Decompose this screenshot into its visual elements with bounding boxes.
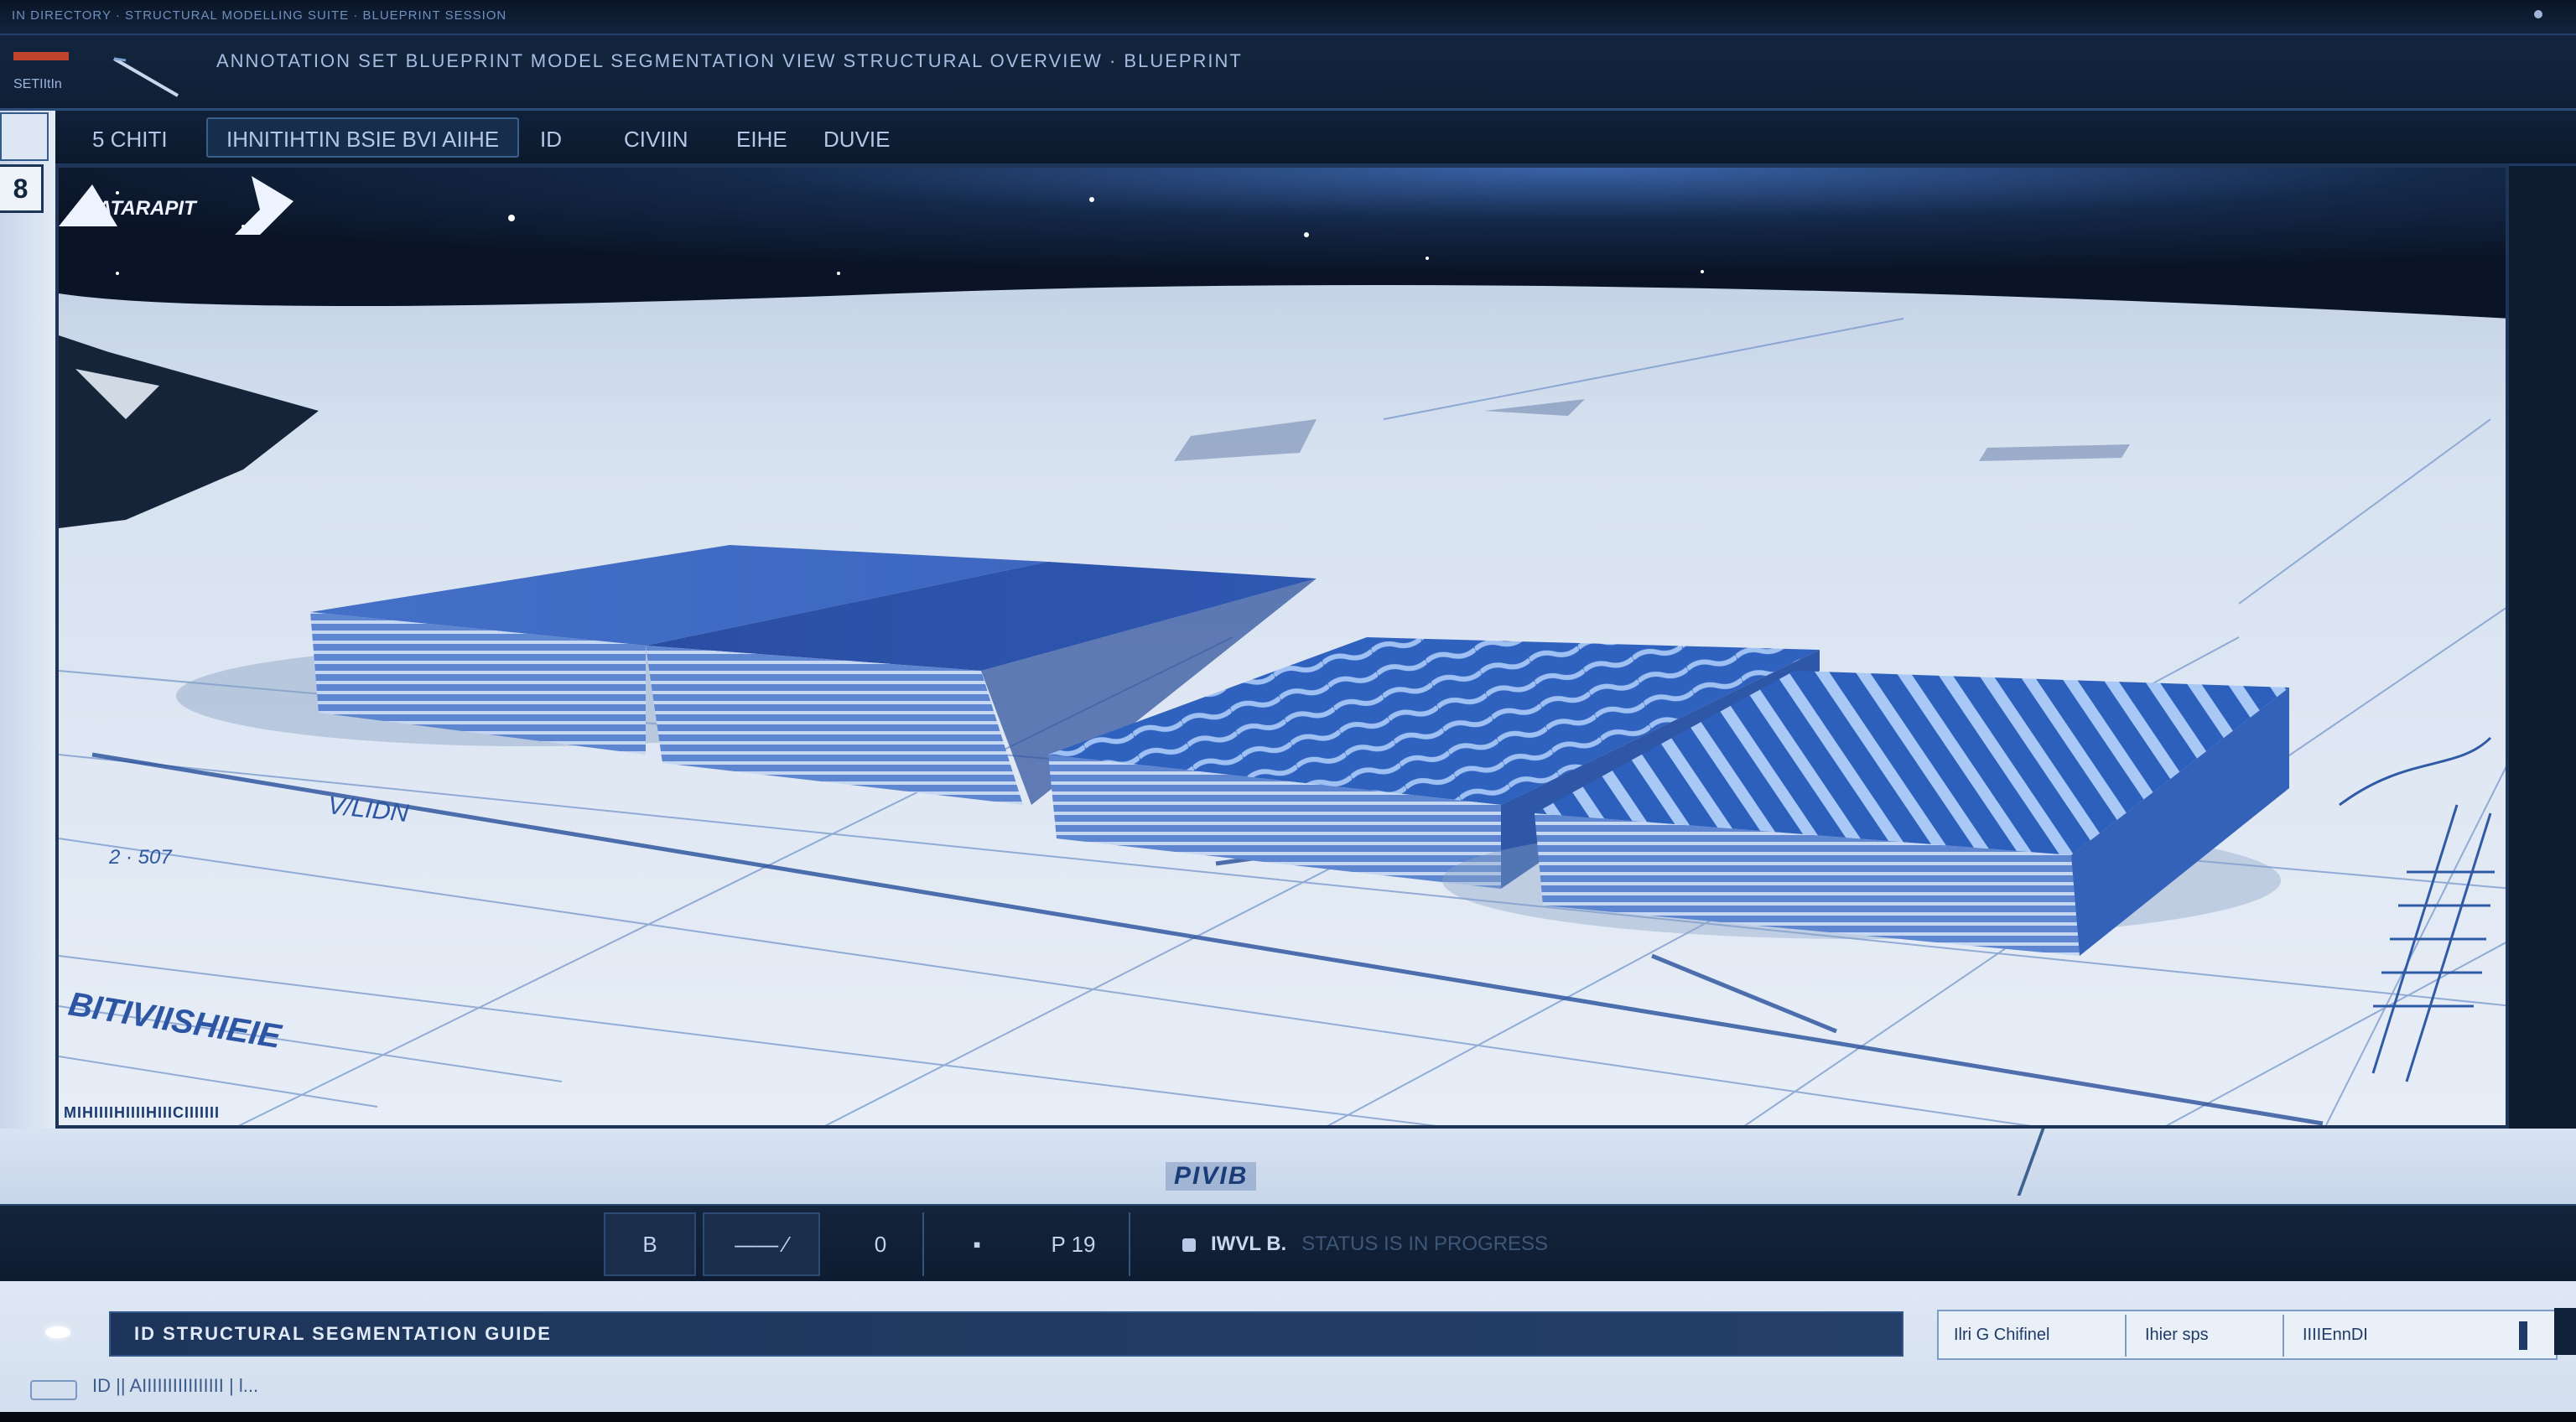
square-icon[interactable]: ▪: [931, 1212, 1023, 1276]
toolbar-status: IWVL B. STATUS IS IN PROGRESS: [1182, 1212, 1548, 1276]
divider: [2017, 1129, 2045, 1196]
pen-tool-icon[interactable]: [109, 50, 184, 101]
window-control-icon[interactable]: [2534, 10, 2542, 18]
brand-logo: ATARAPIT: [59, 176, 293, 235]
window-title: ANNOTATION SET BLUEPRINT MODEL SEGMENTAT…: [216, 50, 1243, 71]
power-led-icon: [45, 1326, 70, 1338]
page-icon[interactable]: P 19: [1023, 1212, 1124, 1276]
viewport-footer: PIVIB: [0, 1129, 2576, 1204]
divider: [2125, 1315, 2127, 1357]
viewport-scene: V/LIDN 2 · 507 BITIVIISHIEIE: [59, 168, 2506, 1125]
app-window: IN DIRECTORY · STRUCTURAL MODELLING SUIT…: [0, 0, 2576, 1422]
side-tab[interactable]: 8: [0, 164, 44, 213]
scroll-edge[interactable]: [2554, 1308, 2576, 1355]
app-name: SETIItIn: [13, 77, 62, 91]
footer-text: ID || AIIIIIIIIIIIIIIII | l...: [92, 1375, 259, 1396]
footer-checkbox[interactable]: [30, 1380, 77, 1400]
app-logo[interactable]: SETIItIn: [13, 45, 89, 104]
left-gutter: [0, 111, 55, 1209]
status-field-1[interactable]: Ilri G Chifinel: [1945, 1315, 2058, 1355]
toolbar-status-ghost: STATUS IS IN PROGRESS: [1301, 1233, 1549, 1255]
side-panel-toggle[interactable]: [0, 112, 49, 161]
toolbar: B —— ⁄ 0 ▪ P 19 IWVL B. STATUS IS IN PROG…: [0, 1204, 2576, 1281]
status-area: ID STRUCTURAL SEGMENTATION GUIDE Ilri G …: [0, 1281, 2576, 1422]
status-field-2[interactable]: Ihier sps: [2137, 1315, 2217, 1355]
document-icon[interactable]: B: [604, 1212, 696, 1276]
tab-2[interactable]: ID: [520, 117, 582, 158]
status-field-3[interactable]: IIIIEnnDI: [2294, 1315, 2376, 1355]
bezel: [0, 1412, 2576, 1422]
viewport-footer-label: PIVIB: [1166, 1162, 1257, 1191]
breadcrumb: IN DIRECTORY · STRUCTURAL MODELLING SUIT…: [12, 8, 507, 23]
title-bar: SETIItIn ANNOTATION SET BLUEPRINT MODEL …: [0, 35, 2576, 111]
toolbar-separator: [1129, 1212, 1130, 1276]
tab-5[interactable]: DUVIE: [803, 117, 910, 158]
toolbar-status-text: IWVL B.: [1211, 1233, 1287, 1255]
tab-3[interactable]: CIVIIN: [604, 117, 709, 158]
tab-4[interactable]: EIHE: [716, 117, 808, 158]
status-banner: ID STRUCTURAL SEGMENTATION GUIDE: [109, 1311, 1903, 1357]
viewport[interactable]: V/LIDN 2 · 507 BITIVIISHIEIE ATARAPIT MI…: [55, 164, 2509, 1129]
top-strip: IN DIRECTORY · STRUCTURAL MODELLING SUIT…: [0, 0, 2576, 35]
status-fields: Ilri G Chifinel Ihier sps IIIIEnnDI: [1937, 1310, 2558, 1360]
brand-mark-icon: [13, 52, 69, 60]
floor-label-secondary: 2 · 507: [108, 846, 173, 869]
status-indicator-icon: [1182, 1238, 1196, 1252]
toolbar-separator: [922, 1212, 924, 1276]
brand-logo-text: ATARAPIT: [96, 197, 198, 220]
resize-handle[interactable]: [2519, 1321, 2527, 1350]
ruler-icon[interactable]: —— ⁄: [703, 1212, 820, 1276]
tab-bar: 5 CHITI IHNITIHTIN BSIE BVI AIIHE ID CIV…: [0, 111, 2576, 166]
viewport-caption: MIHIIIIHIIIIHIIICIIIIIII: [64, 1104, 221, 1121]
tab-1[interactable]: IHNITIHTIN BSIE BVI AIIHE: [206, 117, 520, 158]
tab-0[interactable]: 5 CHITI: [72, 117, 188, 158]
divider: [2283, 1315, 2284, 1357]
zero-readout[interactable]: 0: [830, 1212, 931, 1276]
